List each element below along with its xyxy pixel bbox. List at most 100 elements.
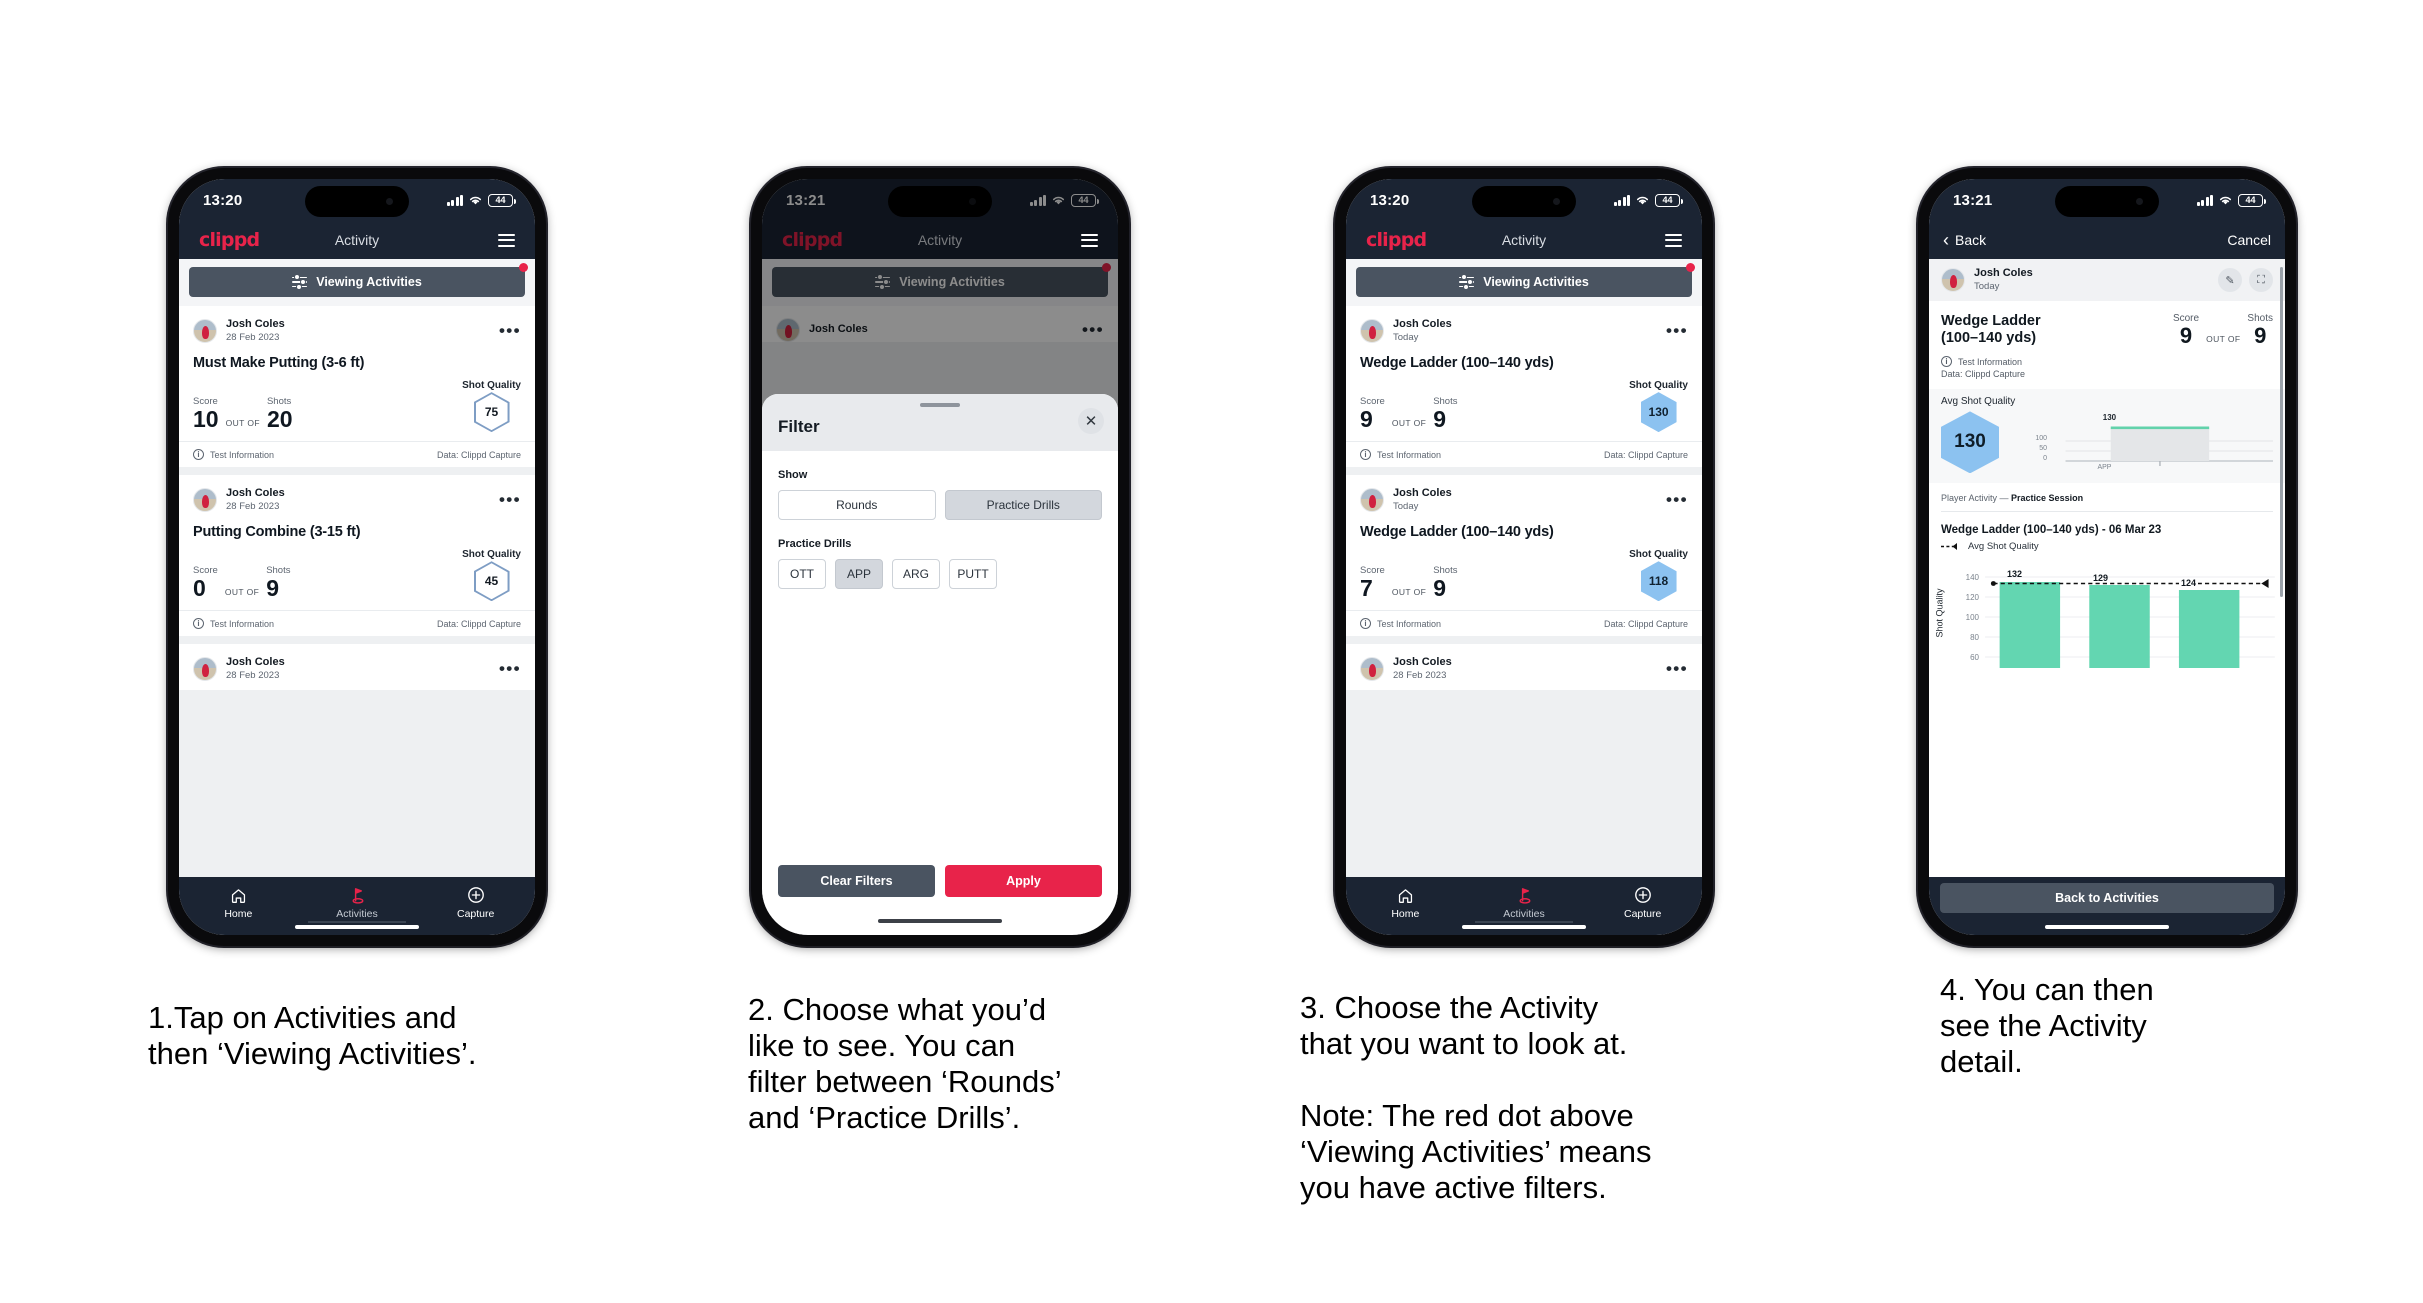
clear-filters-button[interactable]: Clear Filters <box>778 865 935 897</box>
phone-1-activities-list: 13:20 44 clippd Activity Viewing Activit… <box>168 168 546 946</box>
tab-home-label: Home <box>1391 908 1420 920</box>
caption-step-1: 1.Tap on Activities and then ‘Viewing Ac… <box>148 1000 477 1071</box>
activity-card[interactable]: Josh Coles Today ••• Wedge Ladder (100–1… <box>1346 306 1702 468</box>
app-bar-3: clippd Activity <box>1346 221 1702 259</box>
detail-score: Score 9 <box>2173 313 2199 348</box>
activity-title: Must Make Putting (3-6 ft) <box>193 355 365 372</box>
cellular-signal-icon <box>1613 194 1630 206</box>
card-menu-icon[interactable]: ••• <box>1666 660 1688 677</box>
shots-value: 9 <box>1433 406 1446 433</box>
status-bar-1: 13:20 44 <box>179 179 535 221</box>
back-to-activities-button[interactable]: Back to Activities <box>1940 883 2274 913</box>
sheet-drag-handle[interactable] <box>920 403 960 407</box>
show-section-label: Show <box>778 469 808 481</box>
drill-option-arg[interactable]: ARG <box>892 559 940 589</box>
score-stat: Score 10 <box>193 396 219 432</box>
drill-option-ott[interactable]: OTT <box>778 559 826 589</box>
tab-capture[interactable]: Capture <box>1583 885 1702 920</box>
status-bar-3: 13:20 44 <box>1346 179 1702 221</box>
hamburger-menu-icon[interactable] <box>1665 233 1682 247</box>
user-name: Josh Coles <box>226 656 285 669</box>
clippd-logo: clippd <box>1366 229 1427 251</box>
battery-level: 44 <box>1662 195 1673 205</box>
expand-fullscreen-icon[interactable]: ⛶ <box>2249 268 2273 293</box>
shots-value: 9 <box>266 575 279 602</box>
activity-date: 28 Feb 2023 <box>226 331 280 343</box>
screen-2: 13:21 44 clippd Activity Viewing Activit… <box>762 179 1118 935</box>
screen-3: 13:20 44 clippd Activity Viewing Activit… <box>1346 179 1702 935</box>
test-information-label[interactable]: Test Information <box>210 619 274 629</box>
avatar <box>193 488 217 513</box>
viewing-activities-button[interactable]: Viewing Activities <box>189 267 525 297</box>
apply-button[interactable]: Apply <box>945 865 1102 897</box>
card-menu-icon[interactable]: ••• <box>499 660 521 677</box>
drill-option-putt[interactable]: PUTT <box>949 559 997 589</box>
tab-capture[interactable]: Capture <box>416 885 535 920</box>
filter-bottom-sheet: Filter ✕ Show Rounds Practice Drills Pra… <box>762 394 1118 935</box>
back-chevron-icon[interactable]: ‹ <box>1943 230 1949 251</box>
activity-date: 28 Feb 2023 <box>226 500 280 512</box>
card-separator <box>1346 636 1702 645</box>
test-information-label[interactable]: Test Information <box>1377 619 1441 629</box>
data-source-label: Data: Clippd Capture <box>1603 449 1688 460</box>
shot-quality-label: Shot Quality <box>462 380 521 392</box>
status-bar-4: 13:21 44 <box>1929 179 2285 221</box>
card-menu-icon[interactable]: ••• <box>499 491 521 508</box>
detail-test-information[interactable]: i Test Information <box>1941 356 2049 368</box>
edit-pencil-icon[interactable]: ✎ <box>2218 268 2242 293</box>
battery-level: 44 <box>495 195 506 205</box>
activity-card[interactable]: Josh Coles 28 Feb 2023 ••• <box>1346 644 1702 691</box>
tab-activities-label: Activities <box>336 908 378 920</box>
activity-card[interactable]: Josh Coles 28 Feb 2023 ••• Putting Combi… <box>179 475 535 637</box>
viewing-activities-button[interactable]: Viewing Activities <box>1356 267 1692 297</box>
activity-card[interactable]: Josh Coles Today ••• Wedge Ladder (100–1… <box>1346 475 1702 637</box>
activity-feed-1[interactable]: Josh Coles 28 Feb 2023 ••• Must Make Put… <box>179 306 535 877</box>
tab-activities[interactable]: Activities <box>1465 885 1584 920</box>
activity-card[interactable]: Josh Coles 28 Feb 2023 ••• <box>179 644 535 691</box>
shot-quality-label: Shot Quality <box>1629 380 1688 392</box>
hamburger-menu-icon[interactable] <box>498 233 515 247</box>
golf-flag-icon <box>1465 885 1584 905</box>
player-activity-row: Player Activity — Practice Session <box>1929 483 2285 503</box>
card-menu-icon[interactable]: ••• <box>1666 491 1688 508</box>
hamburger-menu-icon[interactable] <box>1081 233 1098 247</box>
avatar <box>193 319 217 344</box>
detail-score-block: Score 9 OUT OF Shots 9 <box>2173 313 2273 348</box>
card-header: Josh Coles 28 Feb 2023 ••• <box>193 315 521 344</box>
screen-1: 13:20 44 clippd Activity Viewing Activit… <box>179 179 535 935</box>
tab-activities[interactable]: Activities <box>298 885 417 920</box>
dynamic-island <box>1472 186 1576 217</box>
tab-home[interactable]: Home <box>1346 885 1465 920</box>
home-indicator <box>295 925 419 929</box>
show-option-rounds[interactable]: Rounds <box>778 490 936 520</box>
card-menu-icon[interactable]: ••• <box>499 322 521 339</box>
tab-home-label: Home <box>224 908 253 920</box>
back-button[interactable]: Back <box>1955 232 1986 248</box>
caption-step-2: 2. Choose what you’d like to see. You ca… <box>748 992 1062 1135</box>
tutorial-stage: 13:20 44 clippd Activity Viewing Activit… <box>0 0 2423 1303</box>
activity-card[interactable]: Josh Coles 28 Feb 2023 ••• Must Make Put… <box>179 306 535 468</box>
mini-ytick-0: 0 <box>2043 455 2047 463</box>
test-information-label[interactable]: Test Information <box>210 450 274 460</box>
drill-option-app[interactable]: APP <box>835 559 883 589</box>
out-of-label: OUT OF <box>1391 418 1427 429</box>
detail-content[interactable]: Josh Coles Today ✎ ⛶ Wedge Ladder (100–1… <box>1929 259 2285 877</box>
tab-home[interactable]: Home <box>179 885 298 920</box>
card-header: Josh Coles Today ••• <box>1360 484 1688 513</box>
user-name: Josh Coles <box>1393 318 1452 330</box>
mini-ytick-50: 50 <box>2039 445 2047 453</box>
vertical-scrollbar[interactable] <box>2280 267 2283 597</box>
test-information-label[interactable]: Test Information <box>1377 450 1441 460</box>
card-separator <box>1346 467 1702 476</box>
out-of-label: OUT OF <box>2206 334 2241 345</box>
shot-quality-value: 45 <box>475 563 508 600</box>
activity-feed-3[interactable]: Josh Coles Today ••• Wedge Ladder (100–1… <box>1346 306 1702 877</box>
history-chart-title: Wedge Ladder (100–140 yds) - 06 Mar 23 <box>1941 524 2162 537</box>
close-icon[interactable]: ✕ <box>1078 408 1104 434</box>
show-option-practice-drills[interactable]: Practice Drills <box>944 490 1102 520</box>
active-tab-underline <box>1475 921 1573 923</box>
detail-footer: Back to Activities <box>1929 877 2285 935</box>
card-menu-icon[interactable]: ••• <box>1666 322 1688 339</box>
battery-icon: 44 <box>488 193 516 207</box>
cancel-button[interactable]: Cancel <box>2227 232 2271 248</box>
